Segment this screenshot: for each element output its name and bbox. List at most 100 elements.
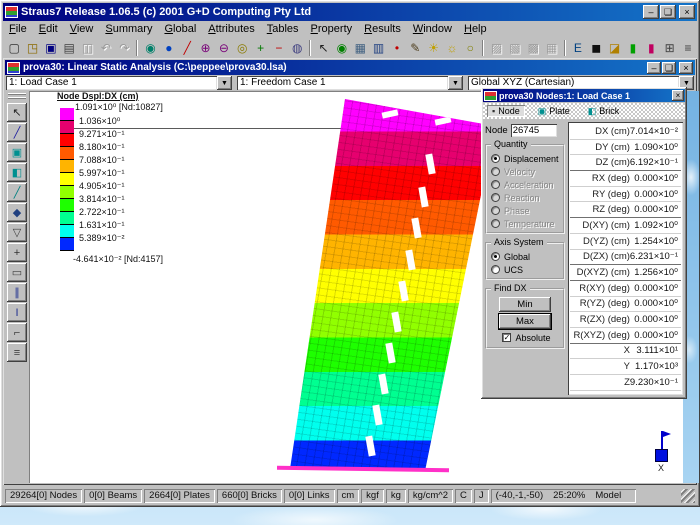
menu-file[interactable]: File [3, 23, 33, 35]
legend-colors-icon[interactable]: ▮ [624, 39, 642, 57]
plate-tool-icon[interactable]: ▣ [7, 143, 27, 162]
print-preview-icon[interactable]: ◫ [78, 39, 96, 57]
node-display-icon[interactable]: • [388, 39, 406, 57]
select-bricks-icon[interactable]: ▦ [542, 39, 560, 57]
menu-view[interactable]: View [64, 23, 100, 35]
attach-tool-icon[interactable]: ◆ [7, 203, 27, 222]
quantity-option-velocity[interactable]: Velocity [488, 165, 562, 178]
new-file-icon[interactable]: ▢ [5, 39, 23, 57]
open-file-icon[interactable]: ◳ [23, 39, 41, 57]
select-beams-icon[interactable]: ▧ [506, 39, 524, 57]
brick-tool-icon[interactable]: ◧ [7, 163, 27, 182]
load-case-combo[interactable]: 1: Load Case 1 ▼ [6, 76, 232, 90]
panel-titlebar[interactable]: prova30 Nodes:1: Load Case 1 × [483, 89, 685, 102]
dynamic-view-icon[interactable]: ◉ [141, 39, 159, 57]
groups-icon[interactable]: ◪ [605, 39, 623, 57]
radio-icon[interactable] [491, 154, 500, 163]
axis-option-global[interactable]: Global [488, 250, 562, 263]
menu-help[interactable]: Help [458, 23, 493, 35]
resize-grip[interactable] [681, 489, 695, 503]
quantity-option-acceleration[interactable]: Acceleration [488, 178, 562, 191]
child-restore-button[interactable]: ❏ [662, 62, 676, 74]
main-titlebar[interactable]: Straus7 Release 1.06.5 (c) 2001 G+D Comp… [3, 3, 697, 21]
radio-icon[interactable] [491, 193, 500, 202]
redo-icon[interactable]: ↷ [115, 39, 133, 57]
scale-down-icon[interactable]: − [270, 39, 288, 57]
link-tool-icon[interactable]: ╱ [7, 183, 27, 202]
zoom-out-icon[interactable]: ⊖ [215, 39, 233, 57]
maximize-button[interactable]: ❏ [660, 5, 676, 19]
find-max-button[interactable]: Max [499, 314, 551, 329]
radio-icon[interactable] [491, 252, 500, 261]
quantity-option-displacement[interactable]: Displacement [488, 152, 562, 165]
scale-up-icon[interactable]: + [251, 39, 269, 57]
quantity-option-reaction[interactable]: Reaction [488, 191, 562, 204]
menu-tables[interactable]: Tables [261, 23, 305, 35]
save-icon[interactable]: ▣ [42, 39, 60, 57]
zoom-in-icon[interactable]: ⊕ [196, 39, 214, 57]
grid-icon[interactable]: ⊞ [660, 39, 678, 57]
menu-window[interactable]: Window [407, 23, 458, 35]
rotate-view-icon[interactable]: ● [160, 39, 178, 57]
load-case-value[interactable]: 1: Load Case 1 [6, 76, 217, 90]
freedom-case-combo[interactable]: 1: Freedom Case 1 ▼ [237, 76, 463, 90]
radio-icon[interactable] [491, 206, 500, 215]
print-icon[interactable]: ▤ [60, 39, 78, 57]
select-nodes-icon[interactable]: ▨ [487, 39, 505, 57]
pointer-tool-icon[interactable]: ↖ [7, 103, 27, 122]
chevron-down-icon[interactable]: ▼ [217, 76, 232, 90]
menu-results[interactable]: Results [358, 23, 407, 35]
node-number-input[interactable] [511, 124, 557, 137]
zoom-window-icon[interactable]: ◎ [233, 39, 251, 57]
light-off-icon[interactable]: ○ [461, 39, 479, 57]
quantity-option-temperature[interactable]: Temperature [488, 217, 562, 230]
menu-edit[interactable]: Edit [33, 23, 64, 35]
cut-plane-icon[interactable]: ╱ [178, 39, 196, 57]
absolute-checkbox[interactable]: ✓ [502, 333, 511, 342]
entity-brick[interactable]: ◧Brick [583, 105, 625, 118]
select-node-tool-icon[interactable]: ▭ [7, 263, 27, 282]
entity-toggles-icon[interactable]: E [569, 39, 587, 57]
view-globe-icon[interactable]: ◉ [333, 39, 351, 57]
light-on-icon[interactable]: ☀ [424, 39, 442, 57]
child-minimize-button[interactable]: – [647, 62, 661, 74]
entity-display-icon[interactable]: ▦ [351, 39, 369, 57]
list-icon[interactable]: ≡ [679, 39, 697, 57]
menu-attributes[interactable]: Attributes [202, 23, 260, 35]
panel-close-button[interactable]: × [672, 90, 684, 101]
beam-tool-icon[interactable]: ╱ [7, 123, 27, 142]
select-arrow-icon[interactable]: ↖ [314, 39, 332, 57]
zoom-all-icon[interactable]: ◍ [288, 39, 306, 57]
select-plate-tool-icon[interactable]: I [7, 303, 27, 322]
select-beam-tool-icon[interactable]: ∥ [7, 283, 27, 302]
contrast-icon[interactable]: ◼ [587, 39, 605, 57]
add-node-tool-icon[interactable]: + [7, 243, 27, 262]
model-window-titlebar[interactable]: prova30: Linear Static Analysis (C:\pepp… [5, 60, 695, 75]
corner-tool-icon[interactable]: ⌐ [7, 323, 27, 342]
minimize-button[interactable]: – [643, 5, 659, 19]
undo-icon[interactable]: ↶ [97, 39, 115, 57]
absolute-option[interactable]: ✓ Absolute [499, 331, 550, 344]
select-plates-icon[interactable]: ▩ [524, 39, 542, 57]
chevron-down-icon[interactable]: ▼ [448, 76, 463, 90]
menu-property[interactable]: Property [305, 23, 359, 35]
axis-option-ucs[interactable]: UCS [488, 263, 562, 276]
results-bar-icon[interactable]: ▮ [642, 39, 660, 57]
radio-icon[interactable] [491, 167, 500, 176]
close-button[interactable]: × [679, 5, 695, 19]
freedom-case-value[interactable]: 1: Freedom Case 1 [237, 76, 448, 90]
radio-icon[interactable] [491, 219, 500, 228]
quantity-option-phase[interactable]: Phase [488, 204, 562, 217]
radio-icon[interactable] [491, 180, 500, 189]
pick-tool-icon[interactable]: ▽ [7, 223, 27, 242]
menu-summary[interactable]: Summary [99, 23, 158, 35]
entity-node[interactable]: ▪Node [487, 105, 525, 117]
section-tool-icon[interactable]: ≡ [7, 343, 27, 362]
entity-plate[interactable]: ▣Plate [533, 105, 575, 118]
edit-pencil-icon[interactable]: ✎ [406, 39, 424, 57]
hidden-line-icon[interactable]: ▥ [369, 39, 387, 57]
radio-icon[interactable] [491, 265, 500, 274]
child-close-button[interactable]: × [679, 62, 693, 74]
find-min-button[interactable]: Min [499, 297, 551, 312]
light-dim-icon[interactable]: ☼ [443, 39, 461, 57]
